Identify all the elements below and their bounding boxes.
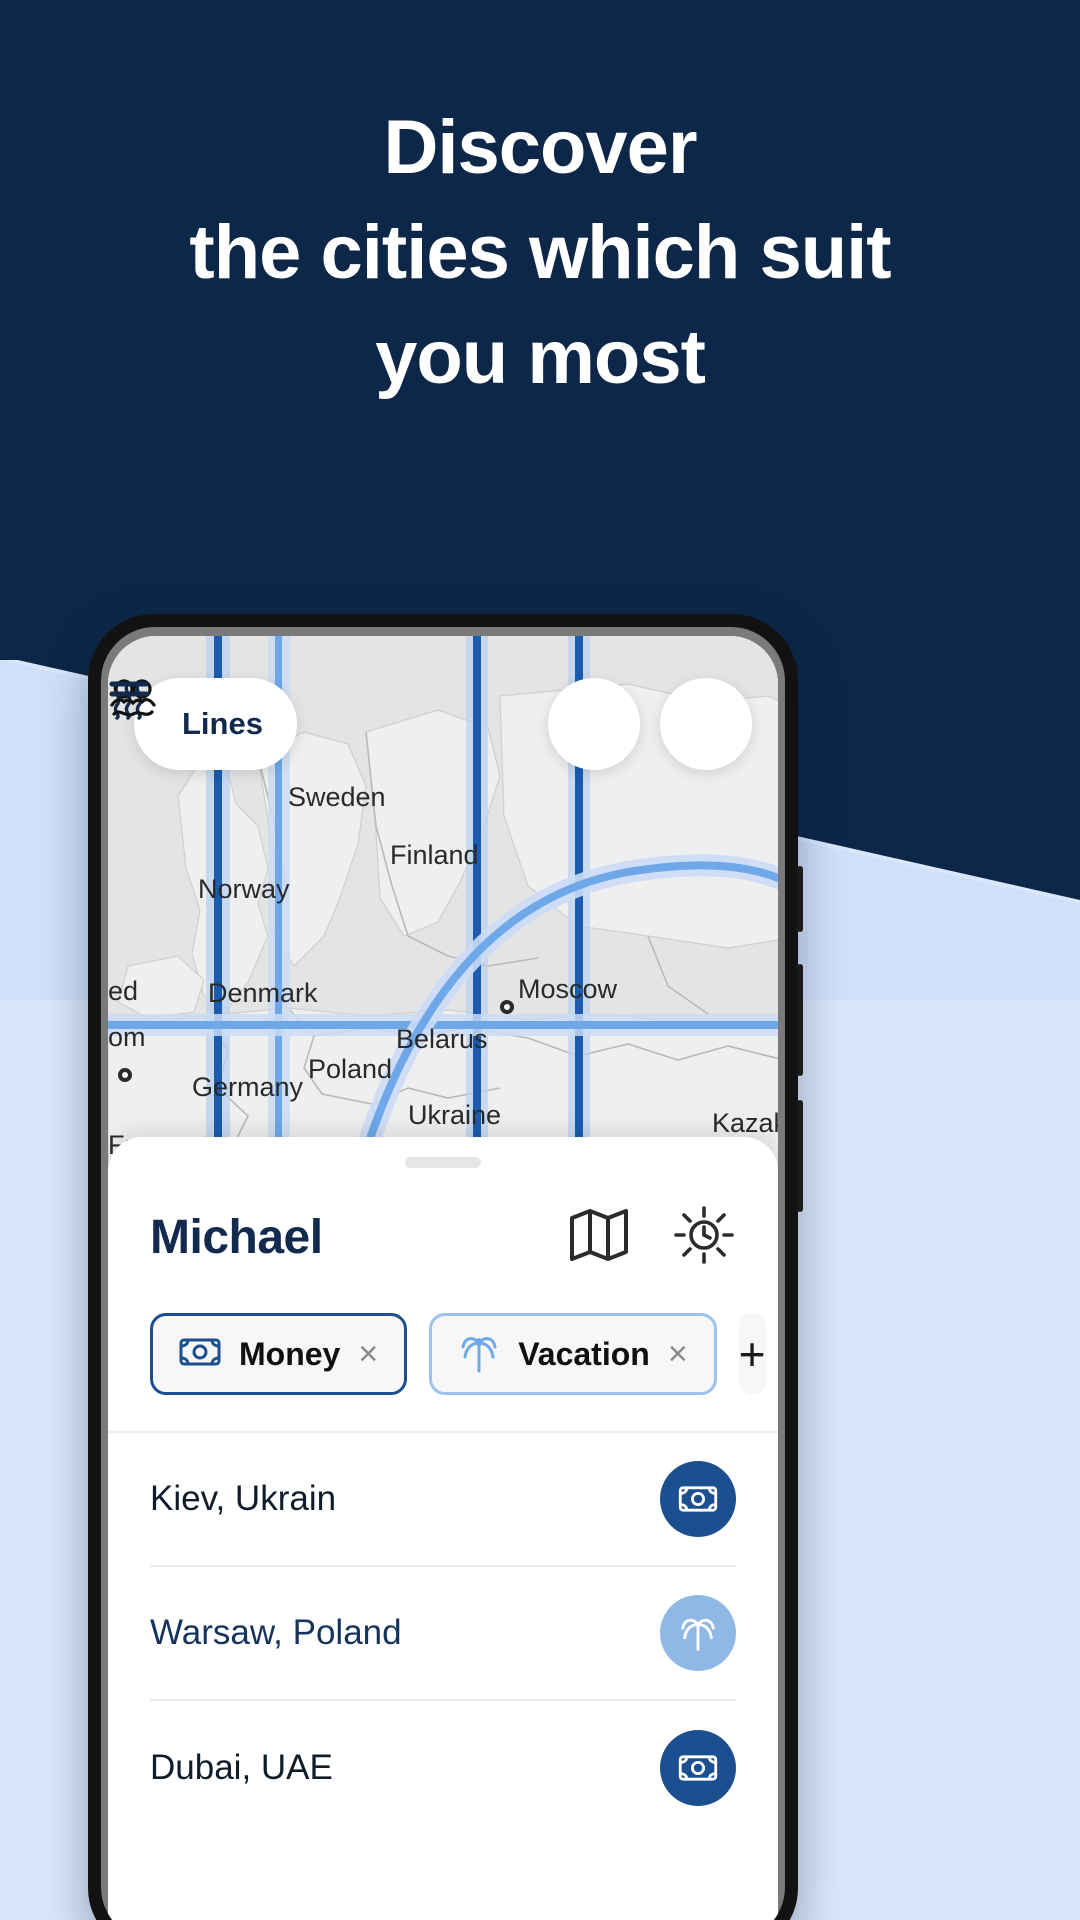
page-title: Discover the cities which suit you most xyxy=(0,96,1080,411)
chip-vacation-remove[interactable]: × xyxy=(668,1337,688,1371)
city-list: Kiev, Ukrain Warsaw, Poland Dubai, UAE xyxy=(108,1433,778,1835)
city-row-kiev[interactable]: Kiev, Ukrain xyxy=(150,1433,736,1567)
phone-side-button-mute[interactable] xyxy=(797,866,803,932)
lines-button-label: Lines xyxy=(182,706,263,741)
chip-money[interactable]: Money × xyxy=(150,1313,408,1395)
map-label-belarus: Belarus xyxy=(396,1024,488,1054)
phone-side-button-power[interactable] xyxy=(797,1100,803,1212)
phone-bezel: Sweden Finland Norway Denmark Moscow Bel… xyxy=(101,627,785,1920)
city-name: Dubai, UAE xyxy=(150,1748,333,1787)
city-badge-money[interactable] xyxy=(660,1461,736,1537)
banknote-icon xyxy=(179,1337,221,1372)
lines-button[interactable]: Lines xyxy=(113,678,297,770)
map-label-sweden-partial: ed xyxy=(108,976,139,1006)
map-right-controls xyxy=(109,678,752,770)
map-label-germany: Germany xyxy=(192,1072,304,1102)
sheet-header: Michael xyxy=(108,1168,778,1271)
palm-tree-icon xyxy=(458,1331,500,1378)
city-badge-vacation[interactable] xyxy=(660,1595,736,1671)
friends-button[interactable] xyxy=(110,678,640,770)
add-filter-button[interactable]: + xyxy=(738,1313,766,1395)
sun-clock-icon[interactable] xyxy=(672,1204,736,1271)
map-label-sweden: Sweden xyxy=(288,782,386,812)
city-row-warsaw[interactable]: Warsaw, Poland xyxy=(150,1567,736,1701)
headline-line-2: the cities which suit xyxy=(189,209,891,295)
map-label-kingdom-partial: om xyxy=(108,1022,146,1052)
phone-screen: Sweden Finland Norway Denmark Moscow Bel… xyxy=(108,636,778,1920)
map-marker-unknown xyxy=(118,1068,132,1082)
map-controls: Lines xyxy=(108,678,778,770)
phone-mockup: Sweden Finland Norway Denmark Moscow Bel… xyxy=(88,614,803,1920)
chip-vacation[interactable]: Vacation × xyxy=(429,1313,717,1395)
headline-line-3: you most xyxy=(375,314,706,400)
map-label-finland: Finland xyxy=(390,840,479,870)
user-name: Michael xyxy=(150,1211,323,1264)
sheet-header-actions xyxy=(568,1204,736,1271)
map-label-denmark: Denmark xyxy=(208,978,318,1008)
map-label-norway: Norway xyxy=(198,874,290,904)
folded-map-icon[interactable] xyxy=(568,1206,630,1269)
city-badge-money[interactable] xyxy=(660,1730,736,1806)
city-row-dubai[interactable]: Dubai, UAE xyxy=(150,1701,736,1835)
headline-line-1: Discover xyxy=(383,105,697,190)
bottom-sheet: Michael Money × Vacation × + Kiev, Ukrai… xyxy=(108,1137,778,1920)
map-label-moscow: Moscow xyxy=(518,974,618,1004)
map-marker-moscow xyxy=(500,1000,514,1014)
map-view[interactable]: Sweden Finland Norway Denmark Moscow Bel… xyxy=(108,636,778,1176)
chip-money-label: Money xyxy=(239,1335,341,1372)
menu-button[interactable] xyxy=(109,678,752,770)
chip-vacation-label: Vacation xyxy=(518,1335,650,1372)
map-label-poland: Poland xyxy=(308,1054,393,1084)
sheet-drag-handle[interactable] xyxy=(405,1157,481,1168)
filter-chips: Money × Vacation × + xyxy=(108,1271,778,1433)
city-name: Kiev, Ukrain xyxy=(150,1479,337,1518)
chip-money-remove[interactable]: × xyxy=(358,1337,378,1371)
phone-side-button-volume[interactable] xyxy=(797,964,803,1076)
city-name: Warsaw, Poland xyxy=(150,1613,402,1652)
map-label-kazakhstan: Kazak xyxy=(712,1108,778,1138)
map-label-ukraine: Ukraine xyxy=(408,1100,502,1130)
